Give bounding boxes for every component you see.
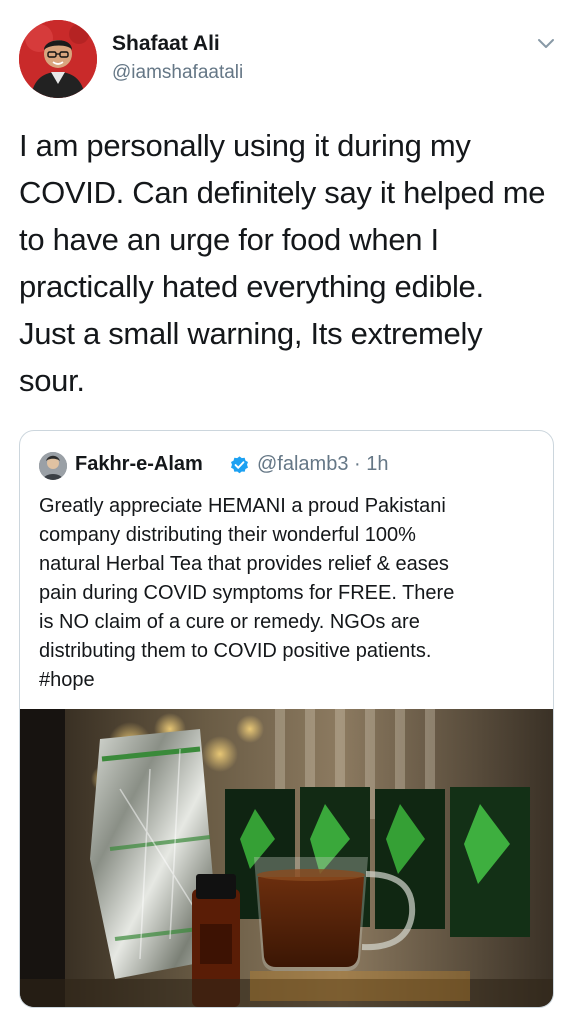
author-avatar[interactable] bbox=[19, 20, 97, 98]
chevron-down-icon[interactable] bbox=[536, 36, 556, 50]
quoted-tweet-image[interactable] bbox=[20, 709, 553, 1007]
quoted-handle-time: @falamb3 · 1h bbox=[257, 453, 389, 475]
quoted-tweet-text: Greatly appreciate HEMANI a proud Pakist… bbox=[39, 495, 455, 691]
quoted-author-avatar bbox=[39, 452, 67, 480]
verified-badge-icon bbox=[229, 455, 250, 476]
author-name[interactable]: Shafaat Ali bbox=[112, 32, 220, 56]
author-handle[interactable]: @iamshafaatali bbox=[112, 62, 243, 84]
quoted-author-name: Fakhr-e-Alam bbox=[75, 453, 203, 475]
tweet-header: Shafaat Ali @iamshafaatali bbox=[0, 0, 582, 110]
quoted-tweet[interactable]: Fakhr-e-Alam @falamb3 · 1h Greatly appre… bbox=[19, 430, 554, 1008]
tweet-text: I am personally using it during my COVID… bbox=[19, 128, 546, 398]
